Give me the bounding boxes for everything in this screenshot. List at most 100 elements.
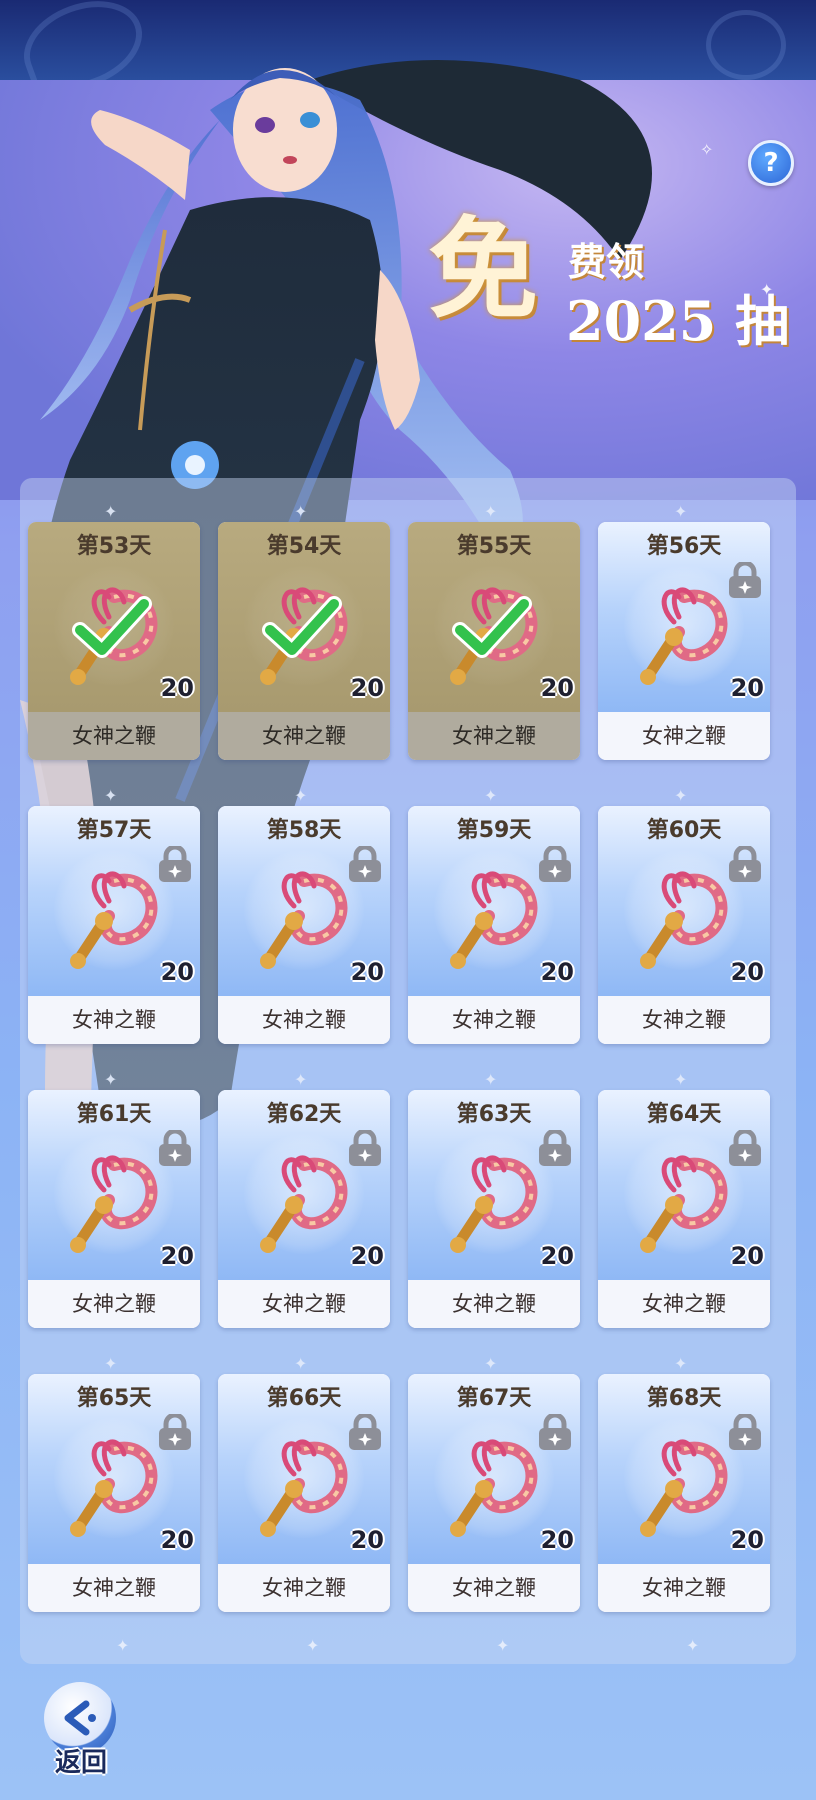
card-day-label: 第60天	[646, 818, 722, 843]
goddess-whip-icon	[260, 1155, 348, 1253]
card-day-label: 第62天	[266, 1102, 342, 1127]
card-star-icon: ✦	[104, 786, 118, 805]
next-row-peek: ✦ ✦ ✦ ✦	[20, 1636, 796, 1656]
goddess-whip-icon	[450, 1439, 538, 1537]
card-item-name: 女神之鞭	[218, 1564, 390, 1612]
card-day-label: 第55天	[456, 534, 532, 559]
check-icon	[452, 596, 532, 658]
reward-card[interactable]: 第54天 20 女神之鞭	[218, 522, 390, 760]
goddess-whip-icon	[450, 871, 538, 969]
card-star-icon: ✦	[104, 502, 118, 521]
reward-card[interactable]: 第65天 20 女神之鞭	[28, 1374, 200, 1612]
card-item-name: 女神之鞭	[408, 1564, 580, 1612]
lock-icon	[159, 1130, 191, 1166]
reward-card[interactable]: 第62天 20 女神之鞭	[218, 1090, 390, 1328]
goddess-whip-icon	[260, 871, 348, 969]
card-item-name: 女神之鞭	[28, 1564, 200, 1612]
promo-big-char: 免	[428, 205, 538, 334]
card-star-icon: ✦	[674, 1354, 688, 1373]
card-item-name: 女神之鞭	[598, 1564, 770, 1612]
card-star-icon: ✦	[484, 1070, 498, 1089]
check-icon	[72, 596, 152, 658]
heart-decoration-icon	[11, 0, 155, 80]
lock-icon	[539, 1130, 571, 1166]
card-item-name: 女神之鞭	[218, 996, 390, 1044]
reward-card[interactable]: 第53天 20 女神之鞭	[28, 522, 200, 760]
goddess-whip-icon	[640, 587, 728, 685]
back-arrow-icon	[64, 1700, 96, 1736]
check-icon	[262, 596, 342, 658]
star-icon: ✦	[306, 1636, 320, 1655]
card-star-icon: ✦	[484, 1354, 498, 1373]
card-day-label: 第54天	[266, 534, 342, 559]
card-item-name: 女神之鞭	[598, 1280, 770, 1328]
card-star-icon: ✦	[674, 786, 688, 805]
reward-card[interactable]: 第59天 20 女神之鞭	[408, 806, 580, 1044]
card-quantity: 20	[350, 958, 384, 986]
lock-icon	[539, 846, 571, 882]
reward-card[interactable]: 第56天 20 女神之鞭	[598, 522, 770, 760]
reward-card[interactable]: 第60天 20 女神之鞭	[598, 806, 770, 1044]
card-star-icon: ✦	[674, 1070, 688, 1089]
help-button[interactable]: ?	[748, 140, 794, 186]
goddess-whip-icon	[70, 871, 158, 969]
card-day-label: 第68天	[646, 1386, 722, 1411]
reward-card[interactable]: 第58天 20 女神之鞭	[218, 806, 390, 1044]
reward-card[interactable]: 第63天 20 女神之鞭	[408, 1090, 580, 1328]
lock-icon	[729, 562, 761, 598]
card-day-label: 第58天	[266, 818, 342, 843]
card-quantity: 20	[350, 674, 384, 702]
star-icon: ✦	[496, 1636, 510, 1655]
card-quantity: 20	[540, 1526, 574, 1554]
reward-card[interactable]: 第68天 20 女神之鞭	[598, 1374, 770, 1612]
sparkle-icon: ✧	[700, 140, 714, 159]
reward-card[interactable]: 第61天 20 女神之鞭	[28, 1090, 200, 1328]
card-day-label: 第61天	[76, 1102, 152, 1127]
card-day-label: 第66天	[266, 1386, 342, 1411]
card-item-name: 女神之鞭	[28, 1280, 200, 1328]
card-star-icon: ✦	[294, 786, 308, 805]
lock-icon	[729, 846, 761, 882]
card-star-icon: ✦	[484, 786, 498, 805]
card-item-name: 女神之鞭	[408, 1280, 580, 1328]
reward-card[interactable]: 第57天 20 女神之鞭	[28, 806, 200, 1044]
reward-card[interactable]: 第64天 20 女神之鞭	[598, 1090, 770, 1328]
question-icon: ?	[763, 148, 779, 178]
card-quantity: 20	[730, 1526, 764, 1554]
goddess-whip-icon	[640, 1439, 728, 1537]
card-day-label: 第59天	[456, 818, 532, 843]
card-quantity: 20	[160, 1242, 194, 1270]
card-item-name: 女神之鞭	[28, 996, 200, 1044]
card-day-label: 第64天	[646, 1102, 722, 1127]
card-quantity: 20	[730, 674, 764, 702]
goddess-whip-icon	[450, 1155, 538, 1253]
star-icon: ✦	[686, 1636, 700, 1655]
goddess-whip-icon	[70, 1439, 158, 1537]
lock-icon	[349, 1130, 381, 1166]
top-bar	[0, 0, 816, 80]
lock-icon	[349, 846, 381, 882]
back-button[interactable]: 返回	[40, 1682, 122, 1790]
lock-icon	[349, 1414, 381, 1450]
swirl-decoration-icon	[706, 10, 786, 80]
card-quantity: 20	[540, 1242, 574, 1270]
card-star-icon: ✦	[674, 502, 688, 521]
goddess-whip-icon	[640, 871, 728, 969]
card-star-icon: ✦	[104, 1354, 118, 1373]
card-day-label: 第65天	[76, 1386, 152, 1411]
reward-card[interactable]: 第55天 20 女神之鞭	[408, 522, 580, 760]
card-item-name: 女神之鞭	[598, 996, 770, 1044]
card-quantity: 20	[350, 1242, 384, 1270]
reward-card[interactable]: 第66天 20 女神之鞭	[218, 1374, 390, 1612]
goddess-whip-icon	[70, 1155, 158, 1253]
lock-icon	[729, 1414, 761, 1450]
promo-title: 免 费领 2025 抽	[420, 205, 800, 355]
card-quantity: 20	[160, 1526, 194, 1554]
card-day-label: 第63天	[456, 1102, 532, 1127]
reward-card[interactable]: 第67天 20 女神之鞭	[408, 1374, 580, 1612]
card-day-label: 第67天	[456, 1386, 532, 1411]
card-star-icon: ✦	[484, 502, 498, 521]
card-quantity: 20	[730, 958, 764, 986]
card-star-icon: ✦	[294, 502, 308, 521]
card-day-label: 第56天	[646, 534, 722, 559]
